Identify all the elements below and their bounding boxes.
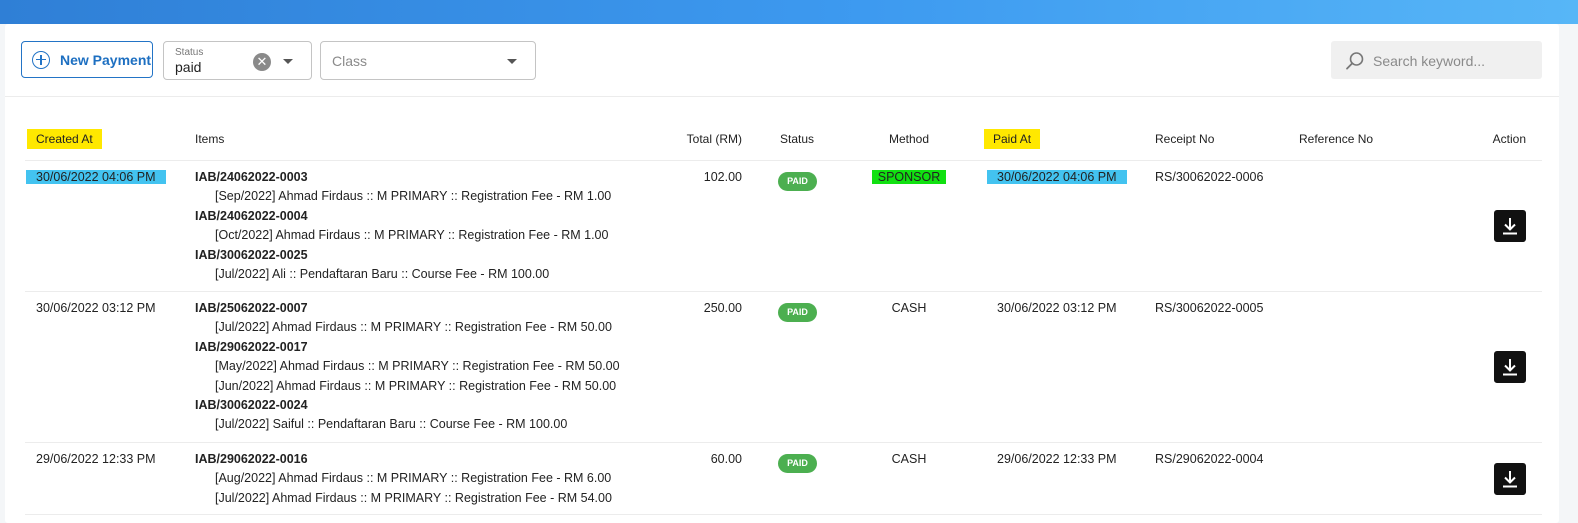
search-input[interactable]: [1371, 50, 1535, 72]
created-at-cell: 29/06/2022 12:33 PM: [36, 452, 156, 466]
col-receipt-no: Receipt No: [1155, 132, 1215, 146]
receipt-no-cell: RS/30062022-0005: [1155, 301, 1264, 315]
new-payment-label: New Payment: [60, 51, 152, 68]
invoice-number: IAB/24062022-0003: [195, 170, 308, 184]
download-button[interactable]: [1494, 210, 1526, 242]
created-at-cell: 30/06/2022 04:06 PM: [26, 168, 166, 187]
invoice-number: IAB/24062022-0004: [195, 208, 308, 223]
invoice-number: IAB/30062022-0024: [195, 398, 308, 413]
download-icon: [1503, 359, 1517, 376]
created-at-cell: 30/06/2022 03:12 PM: [36, 301, 156, 315]
items-cell: IAB/24062022-0003 [Sep/2022] Ahmad Firda…: [195, 168, 611, 284]
header-divider: [25, 160, 1542, 161]
receipt-no-cell: RS/30062022-0006: [1155, 170, 1264, 184]
paid-at-cell: 29/06/2022 12:33 PM: [997, 452, 1117, 466]
receipt-no-cell: RS/29062022-0004: [1155, 452, 1264, 466]
plus-circle-icon: [32, 50, 50, 69]
col-reference-no: Reference No: [1299, 132, 1374, 146]
chevron-down-icon[interactable]: [283, 59, 293, 64]
col-items: Items: [195, 132, 225, 146]
invoice-number: IAB/25062022-0007: [195, 301, 308, 315]
new-payment-button[interactable]: New Payment: [21, 41, 153, 78]
status-filter-value: paid: [175, 59, 202, 75]
col-method: Method: [888, 132, 930, 146]
chevron-down-icon[interactable]: [507, 59, 517, 64]
row-divider: [25, 291, 1542, 292]
invoice-number: IAB/30062022-0025: [195, 247, 308, 262]
item-line: [May/2022] Ahmad Firdaus :: M PRIMARY ::…: [215, 359, 620, 374]
items-cell: IAB/29062022-0016 [Aug/2022] Ahmad Firda…: [195, 450, 612, 508]
row-divider: [25, 442, 1542, 443]
total-cell: 102.00: [703, 170, 742, 184]
items-cell: IAB/25062022-0007 [Jul/2022] Ahmad Firda…: [195, 299, 620, 435]
item-line: [Jul/2022] Ahmad Firdaus :: M PRIMARY ::…: [215, 490, 612, 505]
download-button[interactable]: [1494, 351, 1526, 383]
item-line: [Jul/2022] Saiful :: Pendaftaran Baru ::…: [215, 417, 568, 432]
close-circle-icon[interactable]: ✕: [253, 53, 271, 71]
col-created-at[interactable]: Created At: [27, 129, 102, 149]
col-action: Action: [1492, 132, 1526, 146]
toolbar: New Payment Status paid ✕ Class: [5, 24, 1559, 97]
download-icon: [1503, 471, 1517, 488]
top-banner: [0, 0, 1578, 24]
status-badge: PAID: [778, 172, 817, 191]
col-paid-at[interactable]: Paid At: [984, 129, 1041, 149]
item-line: [Jun/2022] Ahmad Firdaus :: M PRIMARY ::…: [215, 378, 617, 393]
col-status: Status: [779, 132, 815, 146]
total-cell: 250.00: [703, 301, 742, 315]
class-filter-select[interactable]: Class: [320, 41, 536, 80]
item-line: [Jul/2022] Ahmad Firdaus :: M PRIMARY ::…: [215, 320, 612, 335]
total-cell: 60.00: [710, 452, 742, 466]
download-button[interactable]: [1494, 463, 1526, 495]
payments-card: New Payment Status paid ✕ Class Created …: [5, 24, 1559, 523]
status-badge: PAID: [778, 454, 817, 473]
invoice-number: IAB/29062022-0017: [195, 339, 308, 354]
class-filter-placeholder: Class: [332, 53, 368, 69]
item-line: [Sep/2022] Ahmad Firdaus :: M PRIMARY ::…: [215, 189, 612, 204]
row-divider: [25, 514, 1542, 515]
invoice-number: IAB/29062022-0016: [195, 452, 308, 466]
paid-at-cell: 30/06/2022 04:06 PM: [987, 168, 1127, 187]
search-box: [1331, 41, 1542, 79]
status-filter-select[interactable]: Status paid ✕: [163, 41, 312, 80]
method-cell: SPONSOR: [869, 168, 949, 187]
item-line: [Jul/2022] Ali :: Pendaftaran Baru :: Co…: [215, 267, 550, 282]
search-icon: [1346, 52, 1364, 70]
method-cell: CASH: [891, 301, 927, 315]
method-cell: CASH: [891, 452, 927, 466]
paid-at-cell: 30/06/2022 03:12 PM: [997, 301, 1117, 315]
col-total: Total (RM): [686, 132, 742, 146]
download-icon: [1503, 218, 1517, 235]
status-badge: PAID: [778, 303, 817, 322]
item-line: [Oct/2022] Ahmad Firdaus :: M PRIMARY ::…: [215, 228, 609, 243]
item-line: [Aug/2022] Ahmad Firdaus :: M PRIMARY ::…: [215, 471, 612, 486]
status-filter-caption: Status: [175, 47, 204, 58]
